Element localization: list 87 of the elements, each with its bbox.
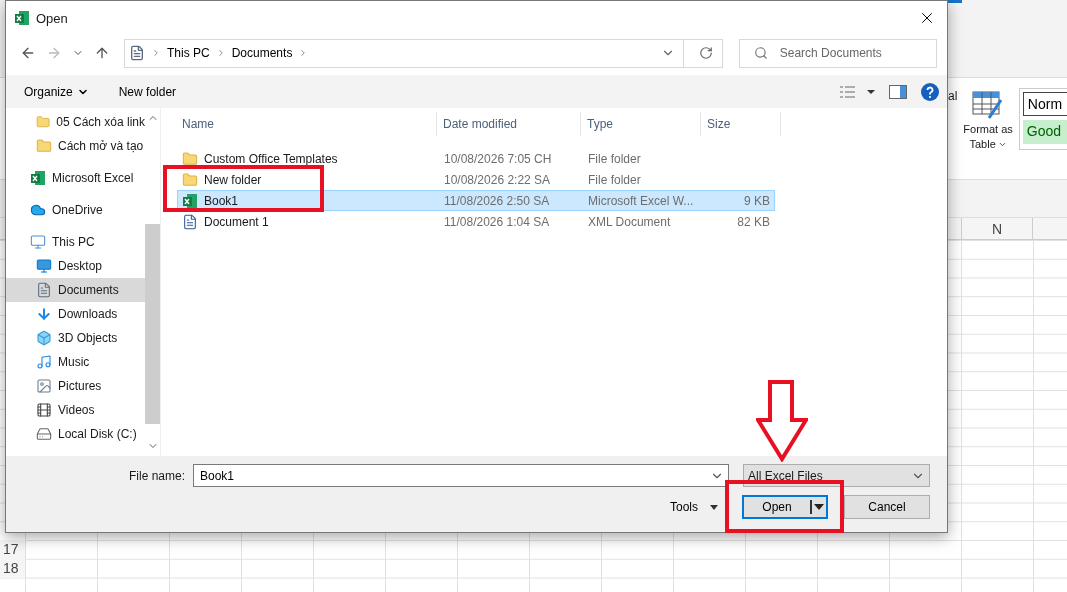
sidebar-item[interactable]: Videos xyxy=(6,398,145,422)
sidebar-item[interactable]: Microsoft Excel xyxy=(6,166,145,190)
search-field[interactable]: Search Documents xyxy=(738,38,937,68)
breadcrumb[interactable]: Documents xyxy=(231,46,293,60)
forward-arrow-icon xyxy=(46,45,62,61)
music-icon xyxy=(36,354,52,370)
file-name: Custom Office Templates xyxy=(178,150,438,167)
picture-icon xyxy=(36,378,52,394)
file-row[interactable]: Document 1 11/08/2026 1:04 SA XML Document 82 KB xyxy=(177,211,775,232)
refresh-icon xyxy=(698,46,713,60)
column-header[interactable]: Size xyxy=(701,112,781,136)
new-folder-button[interactable]: New folder xyxy=(118,84,177,99)
sidebar-item[interactable]: 3D Objects xyxy=(6,326,145,350)
spreadsheet-icon xyxy=(14,10,30,26)
file-type: Microsoft Excel W... xyxy=(587,193,695,208)
folder-icon xyxy=(182,171,198,188)
document-icon xyxy=(36,282,52,298)
folder-icon xyxy=(36,114,51,130)
list-view-icon xyxy=(839,84,875,99)
column-header[interactable]: Date modified xyxy=(437,112,581,136)
monitor-icon xyxy=(30,234,46,250)
download-icon xyxy=(36,306,52,322)
file-date: 10/08/2026 2:22 SA xyxy=(443,172,552,187)
file-type: File folder xyxy=(587,151,642,166)
column-header[interactable]: Name xyxy=(176,112,437,136)
file-date: 11/08/2026 2:50 SA xyxy=(443,193,551,208)
file-date: 10/08/2026 7:05 CH xyxy=(443,151,553,166)
cell-style-item[interactable]: Good xyxy=(1022,120,1067,144)
file-name: Document 1 xyxy=(178,213,438,230)
column-header[interactable]: N xyxy=(961,218,1033,239)
film-icon xyxy=(36,402,52,418)
file-type: File folder xyxy=(587,172,642,187)
file-date: 11/08/2026 1:04 SA xyxy=(443,214,551,229)
cube-icon xyxy=(36,330,52,346)
sidebar-item[interactable]: Cách mở và tạo xyxy=(6,134,145,158)
file-row[interactable]: New folder 10/08/2026 2:22 SA File folder xyxy=(177,169,775,190)
folder-icon xyxy=(36,138,52,154)
help-icon xyxy=(921,82,939,101)
window-title: Open xyxy=(36,10,69,26)
sidebar-item[interactable]: OneDrive xyxy=(6,198,145,222)
cancel-button[interactable]: Cancel xyxy=(844,495,930,519)
chevron-icon xyxy=(151,48,161,58)
folder-icon xyxy=(182,150,198,167)
address-bar[interactable]: This PC Documents xyxy=(124,38,723,68)
tools-button[interactable]: Tools xyxy=(664,499,724,515)
column-header[interactable]: Type xyxy=(581,112,701,136)
caret-icon xyxy=(812,503,826,511)
help-button[interactable] xyxy=(921,82,939,101)
sidebar-item[interactable]: Desktop xyxy=(6,254,145,278)
spreadsheet-icon xyxy=(30,170,46,186)
organize-button[interactable]: Organize xyxy=(24,84,89,99)
file-row[interactable]: Custom Office Templates 10/08/2026 7:05 CH File folder xyxy=(177,148,775,169)
desktop-icon xyxy=(36,258,52,274)
file-size: 9 KB xyxy=(743,193,771,208)
spreadsheet-icon xyxy=(182,192,198,209)
document-icon xyxy=(129,45,145,61)
format-as-table-button[interactable]: Format as Table xyxy=(963,88,1013,152)
sidebar-item[interactable]: Documents xyxy=(6,278,145,302)
sidebar-item[interactable]: This PC xyxy=(6,230,145,254)
sidebar-item[interactable]: 05 Cách xóa link xyxy=(6,110,145,134)
preview-pane-icon xyxy=(889,84,907,99)
file-row[interactable]: Book1 11/08/2026 2:50 SA Microsoft Excel W... 9 KB xyxy=(177,190,775,211)
caret-icon xyxy=(710,504,718,510)
open-button[interactable]: Open xyxy=(742,495,828,519)
drive-icon xyxy=(36,426,52,442)
file-name-input[interactable]: Book1 xyxy=(198,467,710,484)
row-header[interactable]: 17 xyxy=(0,540,25,559)
file-name-label: File name: xyxy=(128,468,185,483)
sidebar-item[interactable]: Pictures xyxy=(6,374,145,398)
caret-icon xyxy=(997,140,1007,149)
breadcrumb[interactable]: This PC xyxy=(167,46,210,60)
file-type-dropdown[interactable]: All Excel Files xyxy=(743,464,930,487)
document-icon xyxy=(182,213,198,230)
file-name: New folder xyxy=(178,171,438,188)
sidebar-item[interactable]: Local Disk (C:) xyxy=(6,422,145,446)
search-input[interactable]: Search Documents xyxy=(779,46,900,60)
sidebar-item[interactable]: Downloads xyxy=(6,302,145,326)
ribbon-label: al xyxy=(948,88,958,104)
sidebar-item[interactable]: Music xyxy=(6,350,145,374)
search-icon xyxy=(753,46,768,60)
cell-style-item[interactable]: Norm xyxy=(1022,92,1067,116)
file-type: XML Document xyxy=(587,214,672,229)
cloud-icon xyxy=(30,202,46,218)
view-options-button[interactable] xyxy=(839,84,875,99)
file-size: 82 KB xyxy=(736,214,771,229)
preview-pane-button[interactable] xyxy=(889,84,907,99)
file-name-field[interactable]: Book1 xyxy=(193,464,729,487)
